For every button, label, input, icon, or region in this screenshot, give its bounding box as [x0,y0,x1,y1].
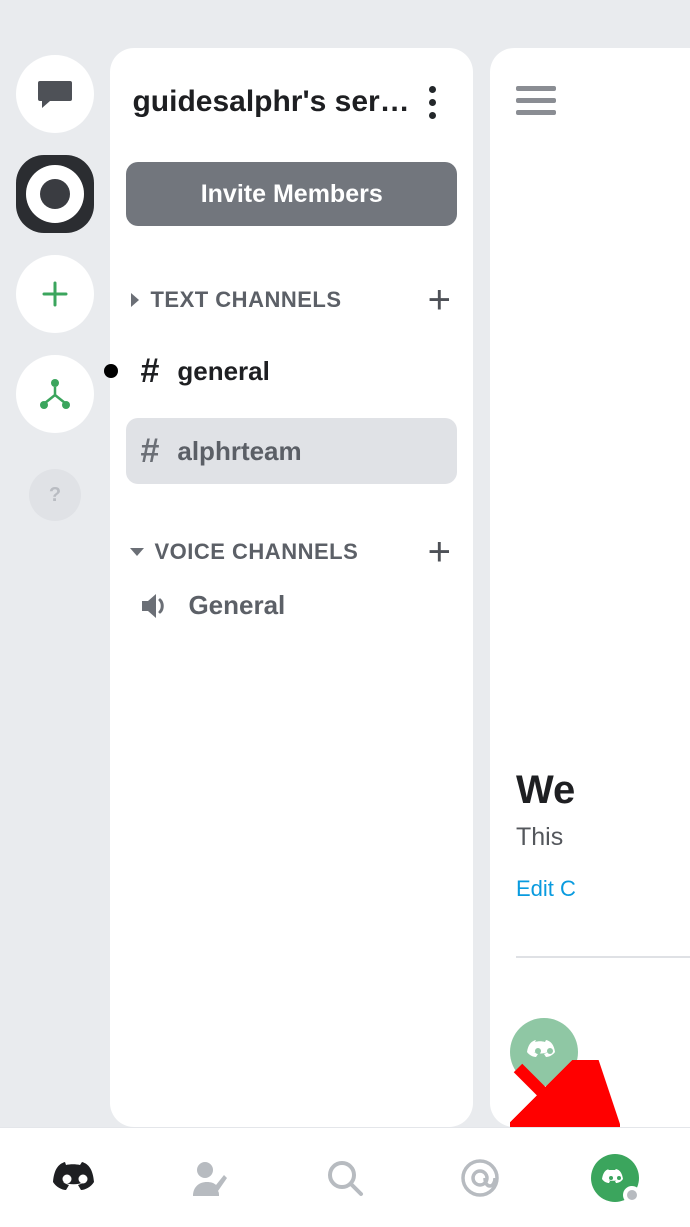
nav-mentions[interactable] [450,1148,510,1208]
bottom-nav [0,1127,690,1227]
hash-icon: # [140,352,159,391]
chat-panel: We This Edit C [490,48,690,1127]
nav-profile[interactable] [585,1148,645,1208]
server-menu-button[interactable] [419,82,445,122]
channel-general[interactable]: # general [126,338,457,404]
server-icon-guidesalphr[interactable] [16,155,94,233]
channel-alphrteam[interactable]: # alphrteam [126,418,457,484]
voice-channel-general[interactable]: General [126,572,457,639]
dm-button[interactable] [16,55,94,133]
text-channels-label: TEXT CHANNELS [150,287,341,313]
svg-text:?: ? [49,484,61,506]
nav-search[interactable] [315,1148,375,1208]
discord-logo-icon [49,1158,101,1198]
server-title[interactable]: guidesalphr's ser… [132,85,409,119]
voice-channels-label: VOICE CHANNELS [154,539,358,565]
welcome-heading: We [516,768,576,813]
hub-icon [38,377,72,411]
voice-channel-label: General [188,590,285,621]
speaker-icon [140,592,170,620]
text-channels-header[interactable]: TEXT CHANNELS + [126,280,457,320]
channel-label: alphrteam [177,436,301,467]
nav-discord[interactable] [45,1148,105,1208]
discord-logo-icon [600,1167,630,1189]
chat-bubble-icon [36,79,74,109]
at-icon [459,1157,501,1199]
channel-panel: guidesalphr's ser… Invite Members TEXT C… [110,48,473,1127]
add-voice-channel-button[interactable]: + [428,532,451,572]
edit-channel-link[interactable]: Edit C [516,876,576,902]
add-text-channel-button[interactable]: + [428,280,451,320]
chevron-right-icon [128,291,142,309]
hash-icon: # [140,432,159,471]
plus-icon [40,279,70,309]
question-icon: ? [43,483,67,507]
divider [516,956,690,958]
invite-members-button[interactable]: Invite Members [126,162,457,226]
explore-servers-button[interactable] [16,355,94,433]
server-rail: ? [0,0,110,1127]
bot-avatar[interactable] [510,1018,578,1086]
discord-logo-icon [524,1037,564,1067]
friend-wave-icon [189,1158,231,1198]
unread-indicator [104,364,118,378]
add-server-button[interactable] [16,255,94,333]
voice-channels-header[interactable]: VOICE CHANNELS + [126,532,457,572]
nav-friends[interactable] [180,1148,240,1208]
hamburger-button[interactable] [516,86,690,115]
status-indicator [623,1186,641,1204]
channel-label: general [177,356,270,387]
welcome-subtext: This [516,823,576,852]
search-icon [325,1158,365,1198]
chevron-down-icon [128,545,146,559]
help-button[interactable]: ? [29,469,81,521]
